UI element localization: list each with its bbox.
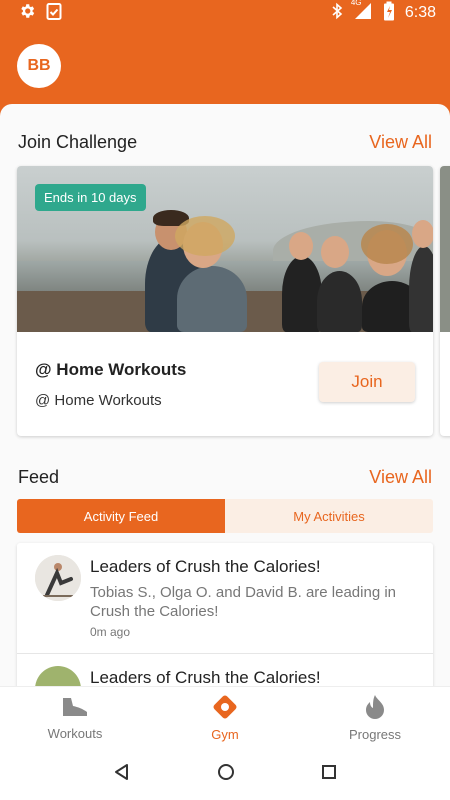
feed-item[interactable]: Leaders of Crush the Calories! Tobias S.… <box>17 543 433 654</box>
next-challenge-card-peek[interactable] <box>440 166 450 436</box>
status-time: 6:38 <box>404 4 436 21</box>
nav-item-progress[interactable]: Progress <box>300 687 450 748</box>
challenge-image: Ends in 10 days <box>17 166 433 332</box>
bottom-navigation: Workouts Gym Progress <box>0 686 450 748</box>
section-title-feed: Feed <box>18 467 60 487</box>
section-title-join-challenge: Join Challenge <box>18 132 138 152</box>
tab-activity-feed[interactable]: Activity Feed <box>17 499 225 533</box>
feed-item-thumbnail <box>35 555 81 601</box>
join-challenge-header: Join Challenge View All <box>18 132 432 153</box>
network-type-label: 4G <box>350 0 362 7</box>
feed-list: Leaders of Crush the Calories! Tobias S.… <box>17 543 433 686</box>
app-header: BB <box>0 26 450 106</box>
join-button[interactable]: Join <box>319 362 415 402</box>
nav-item-workouts[interactable]: Workouts <box>0 687 150 748</box>
challenge-title: @ Home Workouts <box>35 360 187 379</box>
challenge-subtitle: @ Home Workouts <box>35 392 162 409</box>
tab-my-activities[interactable]: My Activities <box>225 499 433 533</box>
feed-item-title: Leaders of Crush the Calories! <box>90 557 321 576</box>
feed-header: Feed View All <box>18 467 432 488</box>
status-bar: 4G 6:38 <box>0 0 450 26</box>
signal-icon: 4G <box>350 0 373 25</box>
shoe-icon <box>60 695 90 722</box>
main-content: Join Challenge View All Ends in 10 days <box>0 104 450 686</box>
location-pin-icon <box>212 694 238 723</box>
nav-item-gym[interactable]: Gym <box>150 687 300 748</box>
gear-icon <box>18 2 36 25</box>
nav-label-workouts: Workouts <box>47 725 103 741</box>
bluetooth-icon <box>331 2 343 25</box>
recents-icon[interactable] <box>321 764 337 785</box>
clipboard-check-icon <box>46 2 62 25</box>
avatar[interactable]: BB <box>17 44 61 88</box>
feed-item-thumbnail <box>35 666 81 686</box>
nav-label-gym: Gym <box>211 726 239 742</box>
challenge-ends-badge: Ends in 10 days <box>35 184 146 211</box>
feed-item[interactable]: Leaders of Crush the Calories! <box>17 654 433 686</box>
view-all-challenges-link[interactable]: View All <box>369 132 432 153</box>
feed-item-text: Tobias S., Olga O. and David B. are lead… <box>90 584 397 620</box>
system-navigation-bar <box>0 748 450 800</box>
feed-item-title: Leaders of Crush the Calories! <box>90 668 321 686</box>
feed-item-time: 0m ago <box>90 625 131 639</box>
home-icon[interactable] <box>217 763 235 786</box>
challenge-card[interactable]: Ends in 10 days @ Home Workouts @ Home W… <box>17 166 433 436</box>
view-all-feed-link[interactable]: View All <box>369 467 432 488</box>
feed-tabs: Activity Feed My Activities <box>17 499 433 533</box>
back-icon[interactable] <box>113 763 131 786</box>
battery-icon <box>383 1 395 26</box>
flame-icon <box>364 694 386 723</box>
nav-label-progress: Progress <box>348 726 402 742</box>
